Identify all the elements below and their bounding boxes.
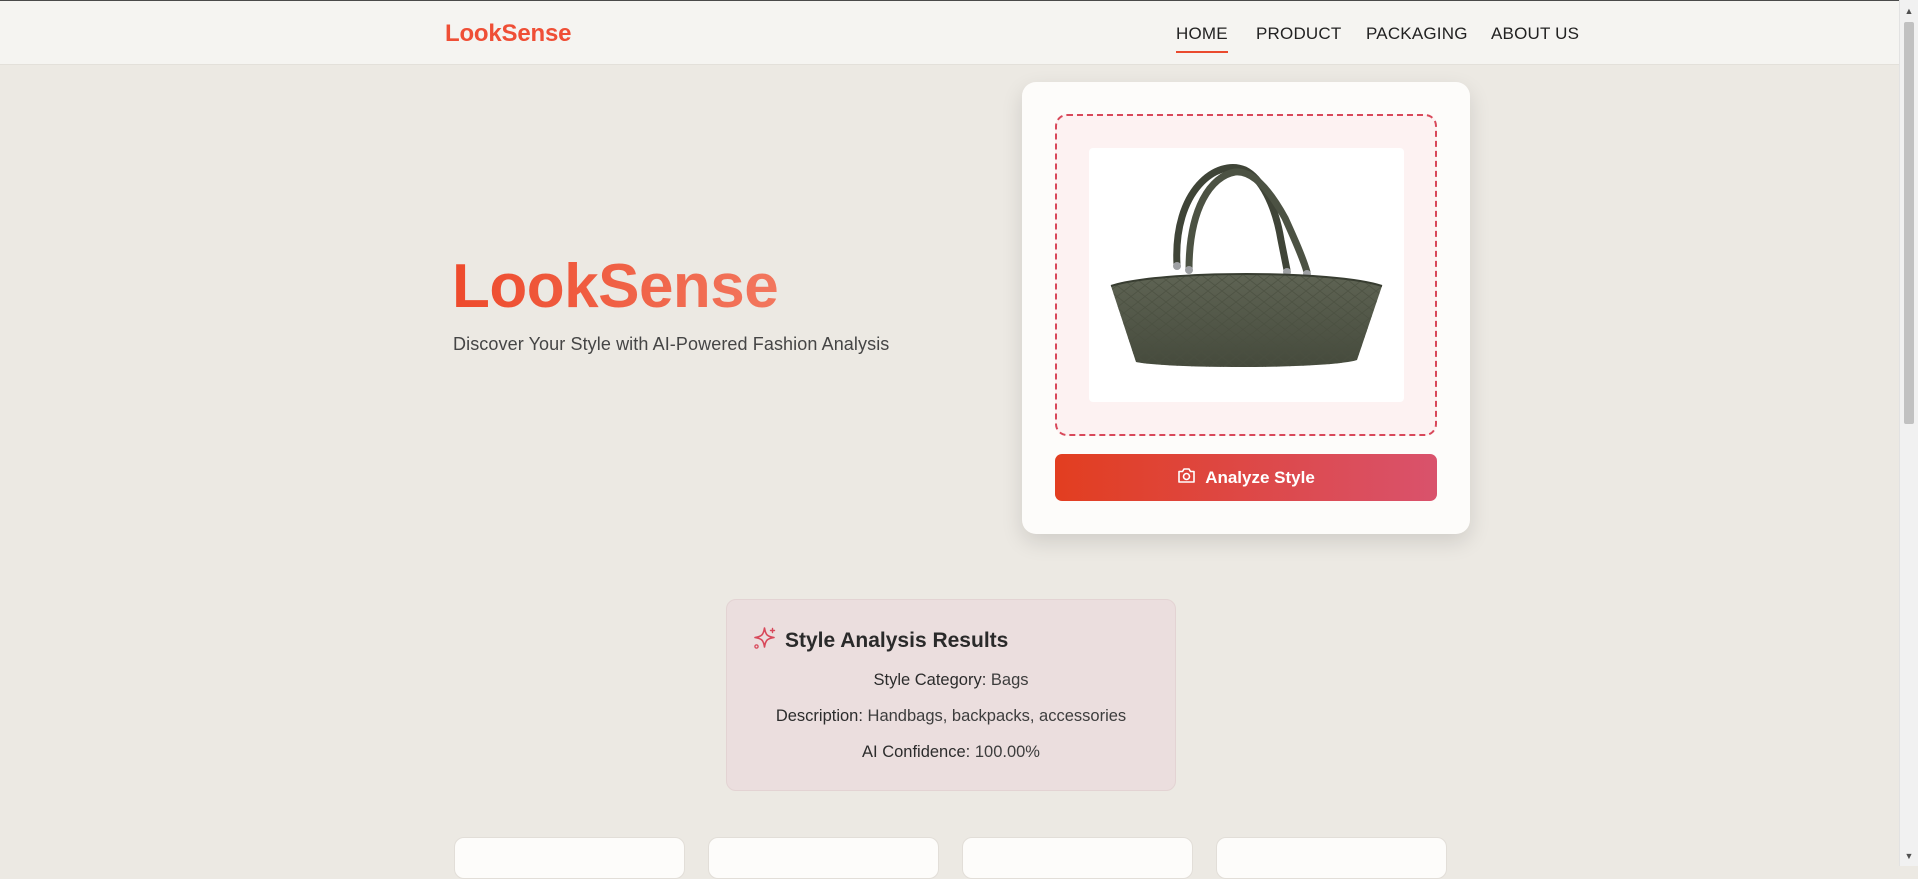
upload-card: Analyze Style — [1022, 82, 1470, 534]
scroll-up-arrow-icon[interactable]: ▲ — [1900, 3, 1918, 19]
hero-subtitle: Discover Your Style with AI-Powered Fash… — [453, 334, 890, 354]
results-title: Style Analysis Results — [785, 629, 1009, 652]
style-analysis-results: Style Analysis Results Style Category: B… — [726, 599, 1176, 791]
page-scrollbar[interactable]: ▲ ▼ — [1899, 0, 1918, 866]
camera-icon — [1177, 467, 1196, 489]
result-description: Description: Handbags, backpacks, access… — [727, 707, 1175, 726]
uploaded-image-preview — [1089, 148, 1404, 402]
feature-card — [1216, 837, 1447, 879]
image-dropzone[interactable] — [1055, 114, 1437, 436]
feature-card — [708, 837, 939, 879]
sparkle-icon — [752, 626, 777, 656]
nav-about-us[interactable]: ABOUT US — [1491, 24, 1579, 44]
results-header: Style Analysis Results — [752, 626, 1008, 656]
nav-home[interactable]: HOME — [1176, 24, 1228, 53]
analyze-style-label: Analyze Style — [1205, 467, 1315, 487]
analyze-style-button[interactable]: Analyze Style — [1055, 454, 1437, 501]
scroll-thumb[interactable] — [1904, 22, 1914, 424]
result-label: AI Confidence: — [862, 743, 971, 761]
feature-card — [962, 837, 1193, 879]
navbar: LookSense HOME PRODUCT PACKAGING ABOUT U… — [0, 1, 1900, 65]
hero-title: LookSense — [452, 249, 779, 325]
result-label: Description: — [775, 707, 863, 725]
result-value: Handbags, backpacks, accessories — [867, 707, 1127, 725]
brand-logo[interactable]: LookSense — [445, 20, 571, 48]
nav-product[interactable]: PRODUCT — [1256, 24, 1341, 44]
result-ai-confidence: AI Confidence: 100.00% — [727, 743, 1175, 762]
result-style-category: Style Category: Bags — [727, 671, 1175, 690]
handbag-image — [1110, 164, 1383, 368]
result-value: 100.00% — [974, 743, 1040, 761]
nav-packaging[interactable]: PACKAGING — [1366, 24, 1468, 44]
result-value: Bags — [990, 671, 1029, 689]
scroll-down-arrow-icon[interactable]: ▼ — [1900, 848, 1918, 864]
feature-card — [454, 837, 685, 879]
result-label: Style Category: — [873, 671, 987, 689]
